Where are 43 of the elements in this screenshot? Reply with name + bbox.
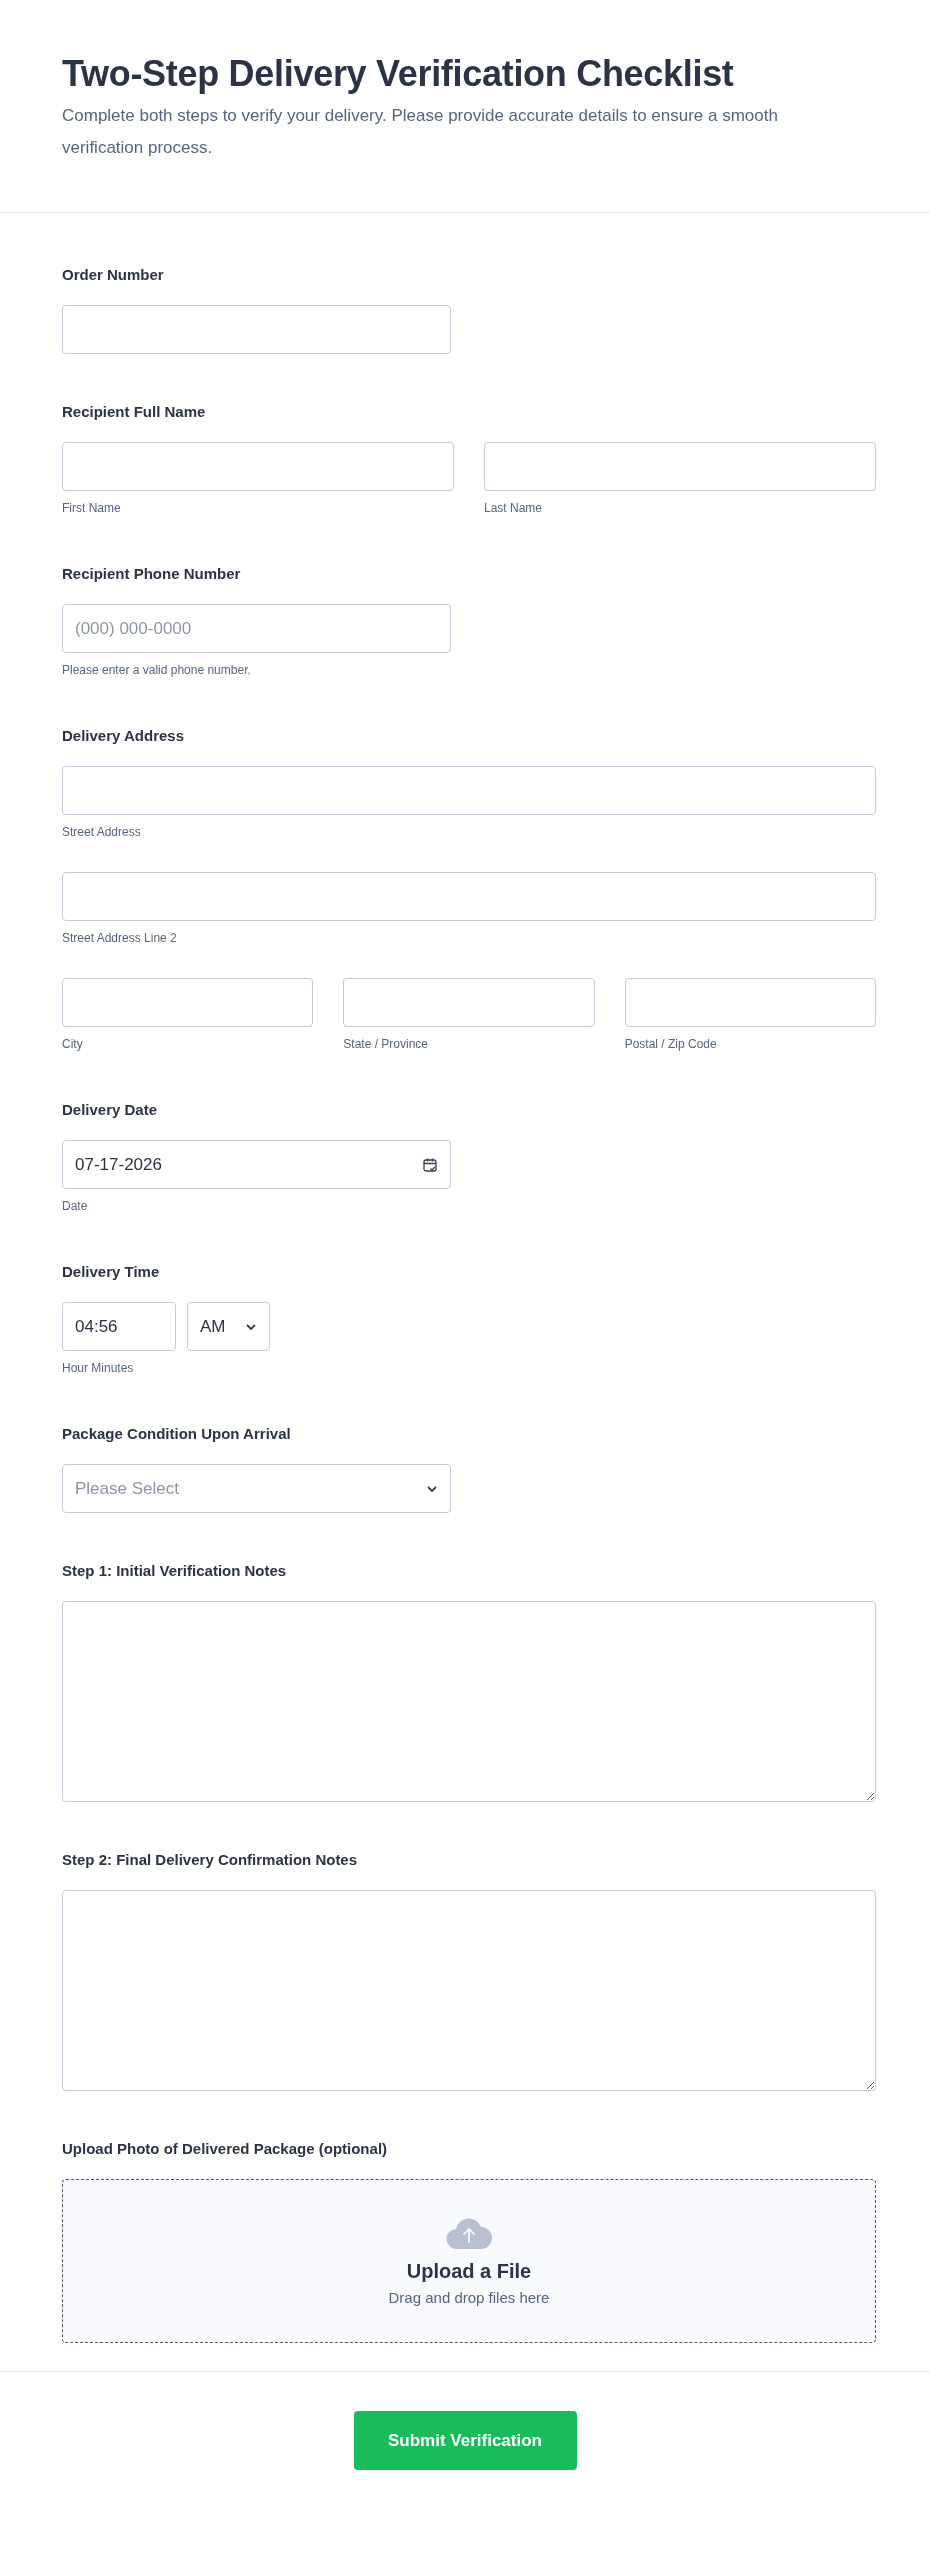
text-area[interactable] xyxy=(62,1890,876,2091)
date-field[interactable]: 07-17-2026 xyxy=(62,1140,451,1189)
calendar-icon xyxy=(422,1156,438,1173)
chevron-down-icon xyxy=(426,1484,438,1493)
input-field[interactable] xyxy=(62,978,314,1027)
field-label: Package Condition Upon Arrival xyxy=(62,1424,292,1444)
field-label: Recipient Phone Number xyxy=(62,564,242,584)
time-field[interactable]: 04:56 xyxy=(62,1302,176,1351)
field-label: Delivery Address xyxy=(62,726,185,746)
field-hint: Date xyxy=(62,1198,89,1214)
form-description: Complete both steps to verify your delivery. Please provide accurate details to ensure a smooth verification process. xyxy=(62,105,779,159)
field-hint: Please enter a valid phone number. xyxy=(62,662,252,678)
field-label: Delivery Date xyxy=(62,1100,159,1120)
field-hint: Last Name xyxy=(484,500,544,516)
upload-hint: Drag and drop files here xyxy=(388,2289,550,2306)
form-title: Two-Step Delivery Verification Checklist xyxy=(62,52,735,96)
input-field[interactable]: (000) 000-0000 xyxy=(62,604,451,653)
input-field[interactable] xyxy=(62,872,876,921)
input-field[interactable] xyxy=(62,766,876,815)
field-hint: First Name xyxy=(62,500,122,516)
field-label: Step 1: Initial Verification Notes xyxy=(62,1561,288,1581)
upload-title: Upload a File xyxy=(406,2260,532,2283)
upload-dropzone[interactable]: Upload a File Drag and drop files here xyxy=(62,2179,876,2343)
chevron-down-icon xyxy=(245,1322,257,1331)
input-field[interactable] xyxy=(62,305,451,354)
field-label: Recipient Full Name xyxy=(62,402,207,422)
field-label: Upload Photo of Delivered Package (optional) xyxy=(62,2139,389,2159)
text-area[interactable] xyxy=(62,1601,876,1802)
input-field[interactable] xyxy=(624,978,876,1027)
field-hint: Street Address Line 2 xyxy=(62,930,178,946)
cloud-upload-icon xyxy=(445,2216,493,2250)
field-hint: State / Province xyxy=(343,1036,430,1052)
field-hint: City xyxy=(62,1036,84,1052)
field-label: Order Number xyxy=(62,265,165,285)
input-field[interactable] xyxy=(343,978,595,1027)
field-hint: Street Address xyxy=(62,824,142,840)
field-hint: Hour Minutes xyxy=(62,1360,135,1376)
field-label: Delivery Time xyxy=(62,1262,161,1282)
field-label: Step 2: Final Delivery Confirmation Notes xyxy=(62,1850,359,1870)
field-hint: Postal / Zip Code xyxy=(624,1036,718,1052)
period-dropdown[interactable]: AM xyxy=(187,1302,270,1351)
input-field[interactable] xyxy=(484,442,876,491)
input-field[interactable] xyxy=(62,442,454,491)
